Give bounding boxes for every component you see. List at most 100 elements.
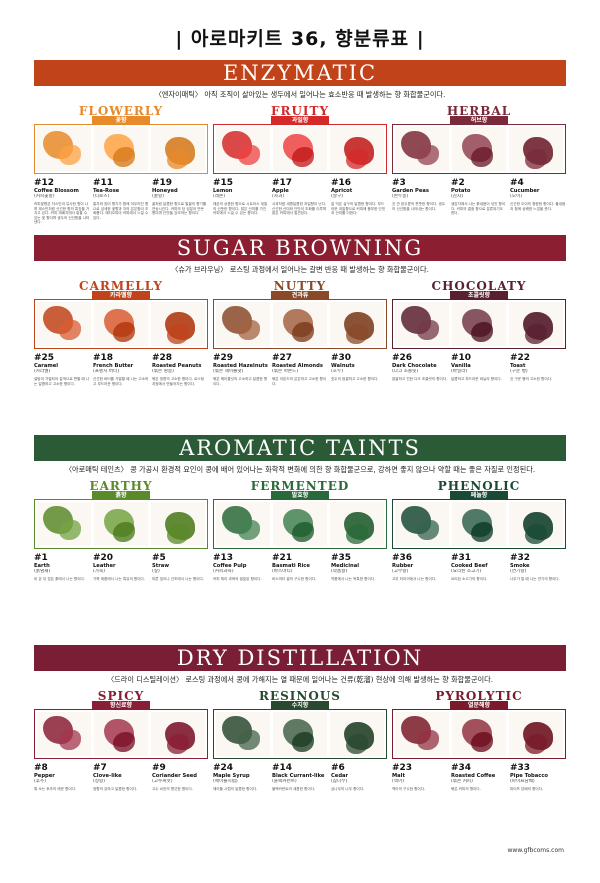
swatch-paint [113,732,135,752]
swatch-paint [471,732,493,752]
aroma-swatch [273,127,327,171]
swatch-paint [292,147,314,167]
aroma-korean-name: (커피과육) [213,569,234,574]
aroma-korean-name: (프렌치 버터) [93,369,120,374]
swatch-frame [392,499,566,549]
section-subtitle: 〈슈가 브라우닝〉 로스팅 과정에서 일어나는 갈변 반응 때 발생하는 향 화… [171,265,429,274]
aroma-description: 커피 체리 과육의 발효된 향이다. [213,577,262,581]
footer-url: www.gfbcoms.com [507,847,564,854]
aroma-item: #9 Coriander Seed (고수씨앗) 고수 씨앗의 향긋한 향이다. [152,763,208,815]
aroma-description: 볶은 커피의 향이다. [451,787,481,791]
aroma-description: 마른 짚이나 건초에서 나는 향이다. [152,577,204,581]
aroma-group: RESINOUS 수지향 #24 Maple Syrup (메이플시럽) 메이플 시럽의 … [213,689,387,815]
swatch-paint [113,322,135,342]
section-band: DRY DISTILLATION [34,645,566,671]
aroma-item: #19 Honeyed (꿀향) 꿀처럼 달콤한 향으로 벌꿀의 향기를 연상시킨다.… [152,178,208,230]
aroma-item: #1 Earth (흙냄새) 비 온 뒤 젖은 흙에서 나는 향이다. [34,553,90,605]
aroma-swatch [151,127,205,171]
aroma-group: FLOWERLY 꽃향 #12 Coffee Blossom (커피꽃향) 커피꽃향은 자… [34,104,208,230]
aroma-group: EARTHY 흙향 #1 Earth (흙냄새) 비 온 뒤 젖은 흙에서 나는 향이다.… [34,479,208,605]
aroma-korean-name: (메이플시럽) [213,779,238,784]
aroma-description: 파이프 담배의 향이다. [510,787,544,791]
aroma-items: #12 Coffee Blossom (커피꽃향) 커피꽃향은 자스민과 유사한 향이… [34,178,208,230]
swatch-frame [34,499,208,549]
swatch-paint [59,145,81,165]
aroma-swatch [94,712,148,756]
aroma-swatch [273,502,327,546]
group-heading: FRUITY 과일향 [213,104,387,125]
aroma-swatch [37,302,91,346]
aroma-korean-name: (티로즈) [93,194,110,199]
aroma-korean-name: (블랙커런트) [272,779,297,784]
aroma-items: #13 Coffee Pulp (커피과육) 커피 체리 과육의 발효된 향이다. #2… [213,553,387,605]
aroma-swatch [94,502,148,546]
aroma-item: #26 Dark Chocolate (다크 초콜릿) 쌉쌀하고 진한 다크 초콜릿의… [392,353,448,405]
aroma-swatch [452,712,506,756]
aroma-item: #7 Clove-like (정향) 정향의 강하고 달콤한 향이다. [93,763,149,815]
aroma-item: #23 Malt (맥아) 맥아의 구수한 향이다. [392,763,448,815]
aroma-korean-name: (맥아) [392,779,405,784]
section-band: AROMATIC TAINTS [34,435,566,461]
swatch-frame [392,124,566,174]
aroma-group: SPICY 향신료향 #8 Pepper (후추) 톡 쏘는 후추의 매운 향이다. #7 C… [34,689,208,815]
aroma-korean-name: (바닐라) [451,369,468,374]
swatch-paint [238,145,260,165]
aroma-number: #23 [392,763,413,773]
aroma-number: #26 [392,353,413,363]
aroma-korean-name: (살구) [331,194,344,199]
aroma-description: 꿀처럼 달콤한 향으로 벌꿀의 향기를 연상시킨다. 커피의 당 성분이 만든 … [152,202,207,216]
aroma-korean-name: (레몬) [213,194,226,199]
aroma-swatch [151,502,205,546]
aroma-item: #32 Smoke (연기향) 나무가 탈 때 나는 연기의 향이다. [510,553,566,605]
aroma-swatch [216,502,270,546]
aroma-item: #22 Toast (구운 빵) 갓 구운 빵의 고소한 향이다. [510,353,566,405]
aroma-number: #29 [213,353,234,363]
aroma-item: #8 Pepper (후추) 톡 쏘는 후추의 매운 향이다. [34,763,90,815]
aroma-korean-name: (감자) [451,194,464,199]
swatch-paint [525,734,547,754]
aroma-item: #31 Cooked Beef (요리된 소고기) 요리된 소고기의 향이다. [451,553,507,605]
aroma-description: 갓 구운 빵의 고소한 향이다. [510,377,553,381]
aroma-item: #36 Rubber (고무향) 고무 타이어에서 나는 향이다. [392,553,448,605]
aroma-group: PHENOLIC 페놀향 #36 Rubber (고무향) 고무 타이어에서 나는 향이다… [392,479,566,605]
aroma-korean-name: (고수씨앗) [152,779,173,784]
aroma-items: #25 Caramel (카라멜) 설탕이 가열되어 갈색으로 변할 때 나는 달콤하… [34,353,208,405]
swatch-paint [59,730,81,750]
group-heading: CARMELLY 카라멜향 [34,279,208,300]
aroma-number: #22 [510,353,531,363]
group-heading: SPICY 향신료향 [34,689,208,710]
aroma-item: #34 Roasted Coffee (볶은 커피) 볶은 커피의 향이다. [451,763,507,815]
aroma-items: #24 Maple Syrup (메이플시럽) 메이플 시럽의 달콤한 향이다. #14… [213,763,387,815]
aroma-korean-name: (완두콩) [392,194,409,199]
aroma-item: #21 Basmati Rice (바스마티) 바스마티 쌀의 구수한 향이다. [272,553,328,605]
aroma-description: 약품에서 나는 독특한 향이다. [331,577,376,581]
aroma-swatch [395,127,449,171]
aroma-items: #3 Garden Peas (완두콩) 갓 깐 완두콩의 풋풋한 향이다. 생두의 … [392,178,566,230]
swatch-paint [292,322,314,342]
aroma-number: #15 [213,178,234,188]
aroma-number: #31 [451,553,472,563]
swatch-frame [213,499,387,549]
aroma-description: 요리된 소고기의 향이다. [451,577,488,581]
aroma-korean-name: (연기향) [510,569,527,574]
aroma-number: #10 [451,353,472,363]
aroma-number: #20 [93,553,114,563]
swatch-paint [471,522,493,542]
aroma-number: #30 [331,353,352,363]
aroma-swatch [330,502,384,546]
aroma-item: #5 Straw (짚) 마른 짚이나 건초에서 나는 향이다. [152,553,208,605]
aroma-number: #7 [93,763,107,773]
swatch-frame [213,124,387,174]
aroma-korean-name: (약품향) [331,569,348,574]
swatch-paint [113,147,135,167]
aroma-description: 비 온 뒤 젖은 흙에서 나는 향이다. [34,577,85,581]
group-heading: PHENOLIC 페놀향 [392,479,566,500]
aroma-korean-name: (다크 초콜릿) [392,369,419,374]
aroma-item: #11 Tea-Rose (티로즈) 홍차와 장미 향기가 함께 어우러진 향으로 섬… [93,178,149,230]
swatch-paint [346,524,368,544]
aroma-item: #3 Garden Peas (완두콩) 갓 깐 완두콩의 풋풋한 향이다. 생두의 … [392,178,448,230]
aroma-description: 신선한 오이의 청량한 향이다. 풀내음과 함께 상쾌한 느낌을 준다. [510,202,566,211]
aroma-swatch [216,302,270,346]
aroma-items: #8 Pepper (후추) 톡 쏘는 후추의 매운 향이다. #7 Clove-like… [34,763,208,815]
aroma-item: #10 Vanilla (바닐라) 달콤하고 부드러운 바닐라 향이다. [451,353,507,405]
